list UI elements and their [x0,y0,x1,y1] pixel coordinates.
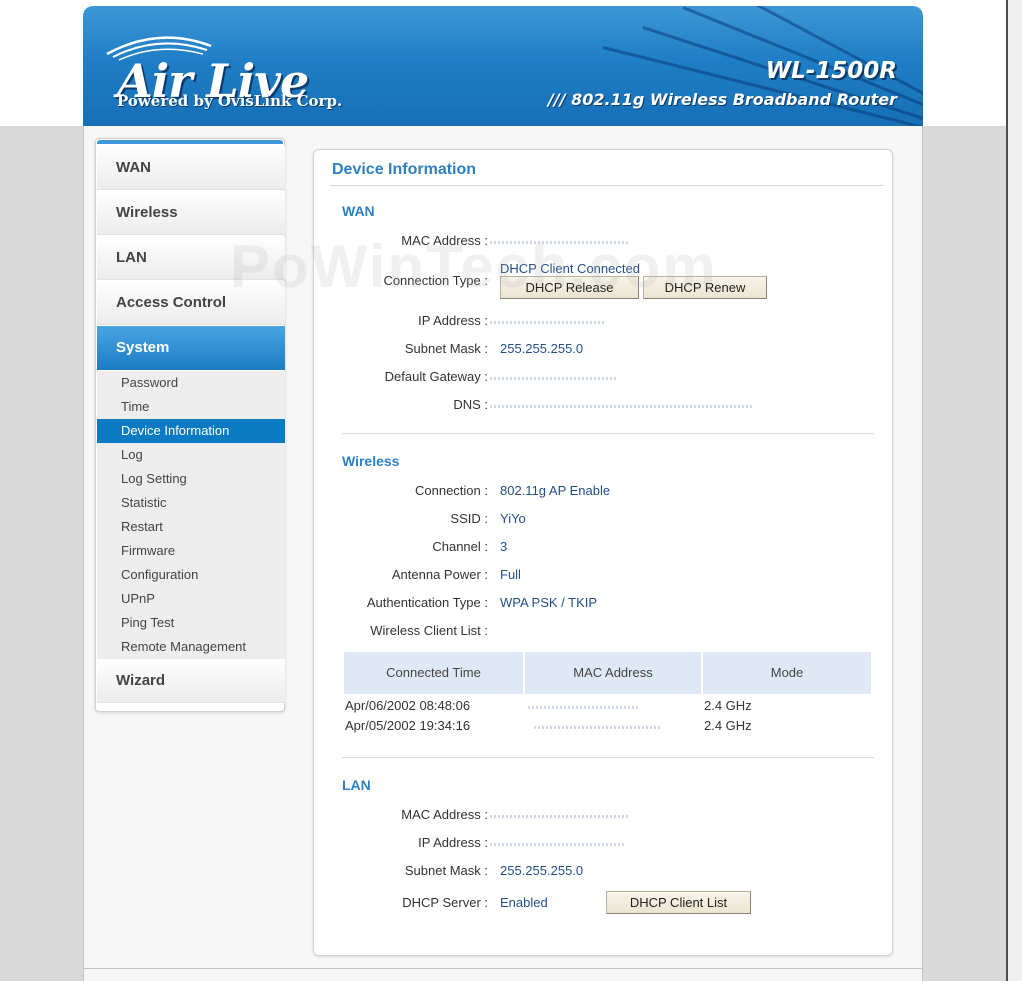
wan-mac-row: MAC Address : [314,233,894,253]
submenu-item-time[interactable]: Time [97,395,285,419]
submenu-item-firmware[interactable]: Firmware [97,539,285,563]
sidebar-item-system[interactable]: System [97,326,285,370]
client-row-1-mode: 2.4 GHz [704,698,752,713]
client-row-2-mac-redacted [534,726,662,729]
wireless-client-list-row: Wireless Client List : [314,623,894,643]
wan-ip-redacted [490,321,606,324]
wan-section-heading: WAN [342,203,375,219]
wan-connection-type-label: Connection Type : [383,273,488,288]
lan-subnet-value: 255.255.255.0 [500,863,584,878]
lan-mac-redacted [490,815,630,818]
submenu-item-restart[interactable]: Restart [97,515,285,539]
submenu-item-password[interactable]: Password [97,371,285,395]
client-row-2-mode: 2.4 GHz [704,718,752,733]
model-name: WL-1500R [765,58,897,84]
wireless-channel-row: Channel : 3 [314,539,894,559]
wireless-channel-value: 3 [500,539,508,554]
column-mode: Mode [770,665,804,680]
sidebar-topbar [97,140,283,144]
wan-gateway-label: Default Gateway : [384,369,488,384]
lan-ip-label: IP Address : [418,835,488,850]
sidebar-item-wan[interactable]: WAN [97,146,285,190]
lan-subnet-label: Subnet Mask : [404,863,488,878]
wan-subnet-label: Subnet Mask : [404,341,488,356]
wan-ip-row: IP Address : [314,313,894,333]
page-bottom-border [84,968,922,969]
wan-subnet-row: Subnet Mask : 255.255.255.0 [314,341,894,361]
sidebar-item-wizard[interactable]: Wizard [97,659,285,703]
wan-mac-label: MAC Address : [401,233,488,248]
wireless-client-list-label: Wireless Client List : [370,623,488,638]
wireless-ssid-row: SSID : YiYo [314,511,894,531]
lan-mac-row: MAC Address : [314,807,894,827]
submenu-item-log[interactable]: Log [97,443,285,467]
submenu-item-statistic[interactable]: Statistic [97,491,285,515]
client-row-2-time: Apr/05/2002 19:34:16 [345,718,471,733]
wireless-auth-row: Authentication Type : WPA PSK / TKIP [314,595,894,615]
column-connected-time: Connected Time [344,652,525,694]
lan-dhcp-value: Enabled [500,895,548,910]
wan-mac-redacted [490,241,628,244]
wireless-connection-label: Connection : [415,483,488,498]
wan-gateway-redacted [490,377,618,380]
lan-subnet-row: Subnet Mask : 255.255.255.0 [314,863,894,883]
submenu-item-log-setting[interactable]: Log Setting [97,467,285,491]
wireless-channel-label: Channel : [432,539,488,554]
page-margin-left [0,126,84,981]
client-row-1-time: Apr/06/2002 08:48:06 [345,698,471,713]
wan-ip-label: IP Address : [418,313,488,328]
window-edge [1006,0,1008,981]
wan-dns-redacted [490,405,754,408]
client-row-1-mac-redacted [528,706,638,709]
dhcp-renew-button[interactable]: DHCP Renew [643,276,767,299]
wireless-ssid-label: SSID : [450,511,488,526]
sidebar-item-wireless[interactable]: Wireless [97,191,285,235]
submenu-item-ping-test[interactable]: Ping Test [97,611,285,635]
wireless-auth-value: WPA PSK / TKIP [500,595,598,610]
lan-ip-row: IP Address : [314,835,894,855]
column-mac-address: MAC Address [525,652,703,694]
title-divider [330,185,884,186]
submenu-item-configuration[interactable]: Configuration [97,563,285,587]
window-scrollbar[interactable] [1006,0,1022,981]
submenu-item-device-information[interactable]: Device Information [97,419,285,443]
dhcp-client-list-button[interactable]: DHCP Client List [606,891,751,914]
wireless-ssid-value: YiYo [500,511,526,526]
header-banner: Air Live Powered by OvisLink Corp. WL-15… [83,6,923,126]
wireless-auth-label: Authentication Type : [366,595,488,610]
dhcp-release-button[interactable]: DHCP Release [500,276,639,299]
wireless-connection-row: Connection : 802.11g AP Enable [314,483,894,503]
wan-subnet-value: 255.255.255.0 [500,341,584,356]
wireless-antenna-label: Antenna Power : [391,567,488,582]
wireless-section-heading: Wireless [342,453,400,469]
sidebar-nav: WAN Wireless LAN Access Control System P… [95,138,285,712]
wan-divider [342,433,874,434]
lan-mac-label: MAC Address : [401,807,488,822]
lan-dhcp-row: DHCP Server : Enabled [314,895,894,915]
submenu-item-upnp[interactable]: UPnP [97,587,285,611]
model-description: /// 802.11g Wireless Broadband Router [548,90,897,109]
brand-tagline: Powered by OvisLink Corp. [117,92,343,110]
page-margin-right [922,126,1006,981]
wireless-antenna-value: Full [500,567,521,582]
wan-dns-label: DNS : [453,397,488,412]
system-submenu: Password Time Device Information Log Log… [97,371,285,659]
wan-dns-row: DNS : [314,397,894,417]
sidebar-item-lan[interactable]: LAN [97,236,285,280]
wireless-divider [342,757,874,758]
wireless-connection-value: 802.11g AP Enable [500,483,611,498]
lan-section-heading: LAN [342,777,371,793]
client-table-header: Connected Time MAC Address Mode [344,652,871,694]
device-info-panel: Device Information WAN MAC Address : DHC… [313,149,893,956]
page-title: Device Information [332,161,477,178]
lan-dhcp-label: DHCP Server : [402,895,488,910]
wireless-antenna-row: Antenna Power : Full [314,567,894,587]
wan-gateway-row: Default Gateway : [314,369,894,389]
sidebar-item-access-control[interactable]: Access Control [97,281,285,325]
lan-ip-redacted [490,843,624,846]
submenu-item-remote-management[interactable]: Remote Management [97,635,285,659]
